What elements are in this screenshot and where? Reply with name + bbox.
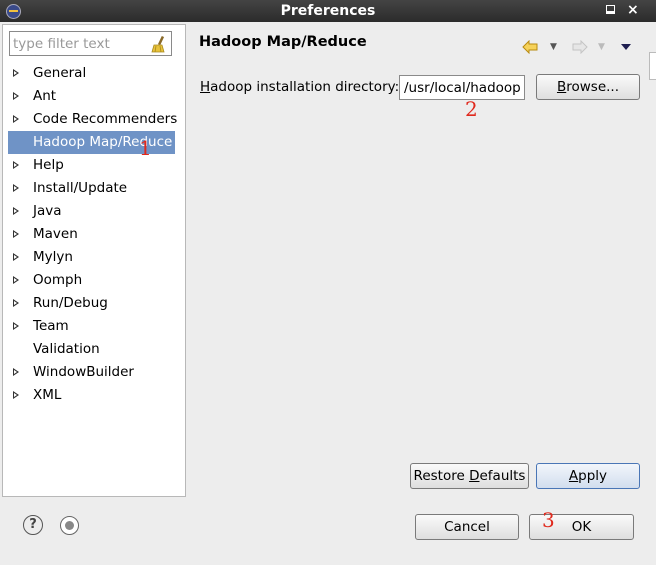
view-menu-icon[interactable] [621, 44, 631, 50]
expand-arrow-icon[interactable] [13, 161, 19, 169]
back-dropdown-icon[interactable]: ▼ [550, 42, 557, 52]
browse-button[interactable]: Browse... [536, 74, 640, 100]
tree-item[interactable]: General [8, 62, 178, 85]
import-export-icon[interactable] [60, 516, 79, 535]
page-title: Hadoop Map/Reduce [199, 34, 367, 50]
tree-item-label: Ant [33, 88, 57, 104]
filter-input[interactable] [13, 34, 148, 53]
expand-arrow-icon[interactable] [13, 92, 19, 100]
clear-filter-icon[interactable] [151, 35, 167, 53]
tree-item[interactable]: WindowBuilder [8, 361, 178, 384]
expand-arrow-icon[interactable] [13, 230, 19, 238]
tree-item[interactable]: Validation [8, 338, 178, 361]
tree-item-label: WindowBuilder [33, 364, 134, 380]
tree-item[interactable]: Java [8, 200, 178, 223]
help-icon[interactable]: ? [23, 515, 43, 535]
preference-tree: General Ant Code Recommenders Hadoop Map/Re… [8, 62, 178, 407]
tree-item-label: Run/Debug [33, 295, 108, 311]
tree-item-label: Team [33, 318, 69, 334]
tree-item-label: Oomph [33, 272, 83, 288]
tree-item[interactable]: Run/Debug [8, 292, 178, 315]
tree-item[interactable]: Maven [8, 223, 178, 246]
filter-box [9, 31, 172, 56]
scroll-edge [649, 52, 656, 80]
expand-arrow-icon[interactable] [13, 391, 19, 399]
tree-item-label: General [33, 65, 87, 81]
cancel-button[interactable]: Cancel [415, 514, 519, 540]
expand-arrow-icon[interactable] [13, 299, 19, 307]
expand-arrow-icon[interactable] [13, 115, 19, 123]
tree-item-label: Java [33, 203, 62, 219]
annotation-2: 2 [465, 97, 478, 121]
tree-item[interactable]: Help [8, 154, 178, 177]
tree-item[interactable]: Code Recommenders [8, 108, 178, 131]
expand-arrow-icon[interactable] [13, 207, 19, 215]
forward-arrow-icon[interactable] [572, 40, 588, 54]
tree-item-label: XML [33, 387, 62, 403]
tree-item-label: Maven [33, 226, 78, 242]
hadoop-dir-label: Hadoop installation directory: [200, 79, 400, 95]
expand-arrow-icon[interactable] [13, 184, 19, 192]
tree-item-label: Install/Update [33, 180, 128, 196]
tree-item[interactable]: Team [8, 315, 178, 338]
annotation-3: 3 [542, 508, 555, 532]
tree-item[interactable]: XML [8, 384, 178, 407]
tree-item[interactable]: Install/Update [8, 177, 178, 200]
restore-defaults-button[interactable]: Restore Defaults [410, 463, 529, 489]
expand-arrow-icon[interactable] [13, 368, 19, 376]
tree-item-label: Validation [33, 341, 100, 357]
hadoop-dir-input[interactable] [399, 75, 525, 100]
tree-item[interactable]: Oomph [8, 269, 178, 292]
apply-button[interactable]: Apply [536, 463, 640, 489]
maximize-icon[interactable] [606, 5, 615, 14]
expand-arrow-icon[interactable] [13, 322, 19, 330]
close-icon[interactable]: × [627, 2, 639, 18]
tree-item[interactable]: Ant [8, 85, 178, 108]
tree-item-label: Code Recommenders [33, 111, 178, 127]
title-bar: Preferences × [0, 0, 656, 22]
tree-item-label: Help [33, 157, 64, 173]
expand-arrow-icon[interactable] [13, 253, 19, 261]
forward-dropdown-icon[interactable]: ▼ [598, 42, 605, 52]
tree-item[interactable]: Mylyn [8, 246, 178, 269]
annotation-1: 1 [139, 136, 152, 160]
expand-arrow-icon[interactable] [13, 69, 19, 77]
expand-arrow-icon[interactable] [13, 276, 19, 284]
tree-item-label: Mylyn [33, 249, 73, 265]
back-arrow-icon[interactable] [522, 40, 538, 54]
window-title: Preferences [280, 3, 376, 19]
